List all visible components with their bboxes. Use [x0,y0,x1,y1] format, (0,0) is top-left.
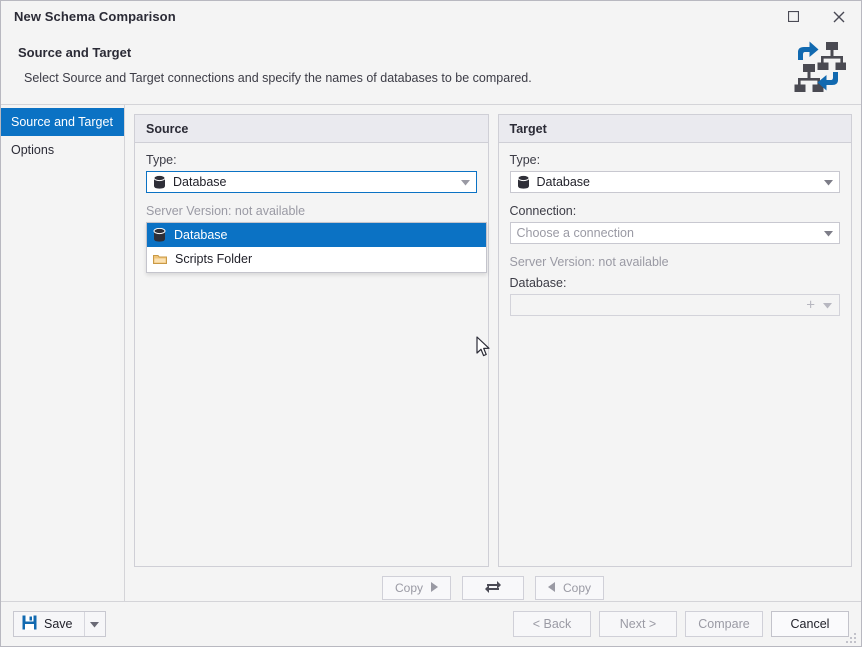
compare-button-label: Compare [698,617,750,631]
title-bar: New Schema Comparison [1,1,861,32]
target-pane: Target Type: Database Connection: Choose… [497,114,852,567]
page-description: Select Source and Target connections and… [24,71,532,85]
source-type-dropdown-list[interactable]: Database Scripts Folder [146,222,487,273]
target-connection-combobox[interactable]: Choose a connection [509,222,840,244]
next-button-label: Next > [619,617,657,631]
source-pane-title: Source [146,121,189,136]
target-connection-placeholder: Choose a connection [516,226,634,240]
save-dropdown-button[interactable] [83,612,105,636]
cancel-button-label: Cancel [790,617,830,631]
source-pane-body: Type: Database Server Version: not avail… [135,143,491,566]
dropdown-option-label: Database [174,228,228,242]
sidebar-item-label: Options [11,143,55,157]
source-type-label: Type: [146,153,177,167]
close-button[interactable] [816,1,861,32]
swap-icon [485,580,501,597]
target-type-label: Type: [509,153,541,167]
target-database-label: Database: [509,276,567,290]
source-pane: Source Type: Database Server Version: no… [134,114,491,567]
close-icon [833,11,844,22]
compare-button[interactable]: Compare [685,611,763,637]
database-icon [153,175,166,189]
chevron-down-icon [90,615,99,633]
target-connection-label: Connection: [509,204,577,218]
database-icon [153,228,166,242]
target-database-combobox[interactable]: + [509,294,840,316]
sidebar-item-source-and-target[interactable]: Source and Target [1,108,124,136]
wizard-sidebar: Source and Target Options [1,105,125,601]
folder-icon [153,253,167,265]
wizard-nav-buttons: < Back Next > Compare Cancel [513,611,849,637]
copy-to-target-label: Copy [394,581,423,595]
dropdown-option-scripts-folder[interactable]: Scripts Folder [147,247,486,271]
target-pane-body: Type: Database Connection: Choose a conn… [499,143,852,566]
dialog-footer: Save < Back Next > Compare Cancel [1,601,861,646]
dialog-body: Source and Target Options Source Type: D… [1,105,861,601]
schema-comparison-icon [790,38,847,94]
target-type-value: Database [536,175,591,189]
swap-button[interactable] [462,576,524,600]
chevron-down-icon [824,175,833,189]
chevron-down-icon [460,175,470,189]
floppy-disk-icon [22,615,37,633]
arrow-right-icon [431,581,438,595]
chevron-down-icon [824,226,833,240]
target-pane-title: Target [509,121,547,136]
chevron-down-icon[interactable] [823,298,832,312]
page-title: Source and Target [18,45,132,60]
target-type-combobox[interactable]: Database [509,171,840,193]
next-button[interactable]: Next > [599,611,677,637]
save-split-button[interactable]: Save [13,611,106,637]
maximize-button[interactable] [771,1,816,32]
save-label: Save [44,617,73,631]
window-title: New Schema Comparison [14,9,176,24]
target-server-version: Server Version: not available [509,255,669,269]
cancel-button[interactable]: Cancel [771,611,849,637]
source-type-combobox[interactable]: Database [146,171,477,193]
dropdown-option-label: Scripts Folder [175,252,253,266]
source-type-value: Database [173,175,227,189]
sidebar-item-label: Source and Target [11,115,113,129]
panes-row: Source Type: Database Server Version: no… [134,114,852,567]
database-icon [517,175,530,189]
back-button-label: < Back [532,617,572,631]
copy-to-target-button[interactable]: Copy [381,576,451,600]
arrow-left-icon [548,581,555,595]
dropdown-option-database[interactable]: Database [147,223,486,247]
source-server-version: Server Version: not available [146,204,306,218]
window-controls [771,1,861,32]
plus-icon[interactable]: + [806,298,815,313]
sidebar-item-options[interactable]: Options [1,136,124,164]
page-header: Source and Target Select Source and Targ… [1,32,861,105]
resize-grip[interactable] [846,631,858,643]
save-button[interactable]: Save [14,612,84,636]
maximize-icon [788,11,799,22]
wizard-content: Source Type: Database Server Version: no… [125,105,861,601]
target-pane-header: Target [498,115,851,143]
mouse-cursor [476,336,491,363]
source-pane-header: Source [135,115,488,143]
copy-to-source-label: Copy [563,581,592,595]
dialog-window: New Schema Comparison Source and Target … [0,0,862,647]
copy-to-source-button[interactable]: Copy [535,576,605,600]
back-button[interactable]: < Back [513,611,591,637]
